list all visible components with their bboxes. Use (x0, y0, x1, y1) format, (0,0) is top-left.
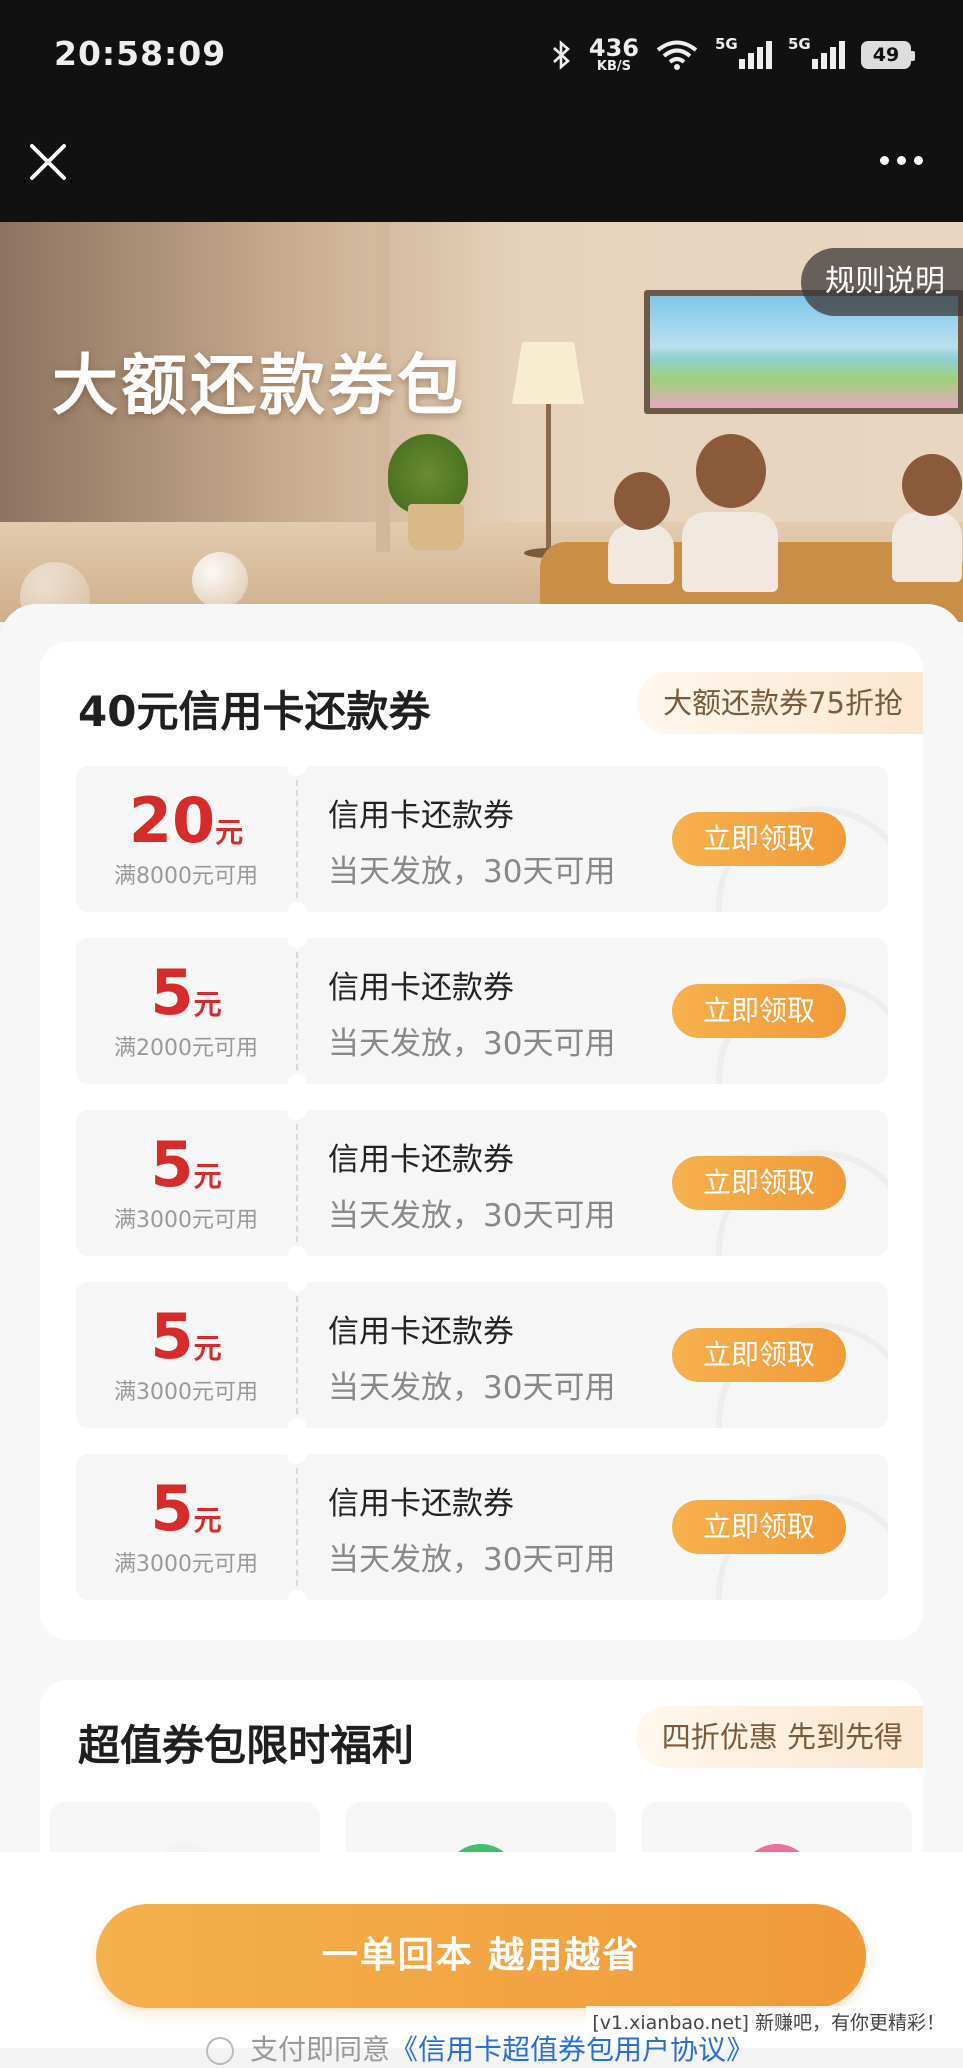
hero-title: 大额还款券包 (52, 347, 466, 424)
coupon-condition: 满8000元可用 (114, 864, 258, 889)
coupon-condition: 满2000元可用 (114, 1036, 258, 1061)
promo-badge: 四折优惠 先到先得 (635, 1706, 923, 1768)
coupon-name: 信用卡还款券 (328, 1314, 514, 1350)
status-time: 20:58:09 (54, 34, 227, 73)
nav-bar (0, 114, 963, 222)
coupon-desc: 当天发放，30天可用 (328, 1198, 616, 1234)
net-speed: 436 KB/S (588, 34, 639, 74)
bluetooth-icon (553, 39, 570, 70)
plant-illustration (388, 434, 468, 514)
coupon-desc: 当天发放，30天可用 (328, 1542, 616, 1578)
status-bar: 20:58:09 436 KB/S 5G 5G 49 (0, 0, 963, 114)
claim-button[interactable]: 立即领取 (672, 984, 846, 1038)
claim-button[interactable]: 立即领取 (672, 1500, 846, 1554)
coupon-card: 5元 满3000元可用 信用卡还款券 当天发放，30天可用 立即领取 (76, 1454, 888, 1600)
coupon-amount: 5元 (150, 1128, 222, 1201)
section-title: 40元信用卡还款券 (78, 687, 431, 736)
section-title: 超值券包限时福利 (78, 1721, 415, 1770)
agreement-link[interactable]: 《信用卡超值券包用户协议》 (390, 2033, 754, 2066)
coupon-amount: 5元 (150, 1472, 222, 1545)
coupon-card: 5元 满2000元可用 信用卡还款券 当天发放，30天可用 立即领取 (76, 938, 888, 1084)
signal-sim1-icon: 5G (715, 35, 772, 69)
coupon-section: 40元信用卡还款券 大额还款券75折抢 20元 满8000元可用 信用卡还款券 … (40, 642, 923, 1640)
rules-button[interactable]: 规则说明 (801, 248, 963, 316)
coupon-amount: 20元 (128, 784, 244, 857)
agree-checkbox[interactable] (206, 2037, 234, 2065)
coupon-card: 20元 满8000元可用 信用卡还款券 当天发放，30天可用 立即领取 (76, 766, 888, 912)
coupon-desc: 当天发放，30天可用 (328, 1026, 616, 1062)
coupon-card: 5元 满3000元可用 信用卡还款券 当天发放，30天可用 立即领取 (76, 1110, 888, 1256)
claim-button[interactable]: 立即领取 (672, 812, 846, 866)
watermark-text: [v1.xianbao.net] 新赚吧，有你更精彩！ (586, 2006, 951, 2037)
signal-sim2-icon: 5G (788, 35, 845, 69)
coupon-desc: 当天发放，30天可用 (328, 854, 616, 890)
close-icon[interactable] (28, 142, 68, 182)
battery-icon: 49 (861, 40, 915, 69)
child-illustration (696, 434, 766, 508)
coupon-amount: 5元 (150, 956, 222, 1029)
coupon-name: 信用卡还款券 (328, 970, 514, 1006)
wifi-icon (656, 40, 698, 70)
claim-button[interactable]: 立即领取 (672, 1328, 846, 1382)
coupon-desc: 当天发放，30天可用 (328, 1370, 616, 1406)
coupon-condition: 满3000元可用 (114, 1552, 258, 1577)
coupon-name: 信用卡还款券 (328, 1142, 514, 1178)
lamp-illustration (512, 342, 584, 404)
agreement-prefix: 支付即同意 (250, 2033, 391, 2066)
child-illustration (614, 472, 670, 530)
child-illustration (902, 454, 962, 516)
more-options-icon[interactable] (880, 156, 923, 165)
package-section: 超值券包限时福利 四折优惠 先到先得 (40, 1680, 923, 1880)
coupon-amount: 5元 (150, 1300, 222, 1373)
hero-banner: 大额还款券包 规则说明 (0, 222, 963, 622)
promo-badge: 大额还款券75折抢 (637, 672, 923, 734)
coupon-card: 5元 满3000元可用 信用卡还款券 当天发放，30天可用 立即领取 (76, 1282, 888, 1428)
coupon-condition: 满3000元可用 (114, 1208, 258, 1233)
buy-button[interactable]: 一单回本 越用越省 (96, 1904, 866, 2008)
claim-button[interactable]: 立即领取 (672, 1156, 846, 1210)
coupon-condition: 满3000元可用 (114, 1380, 258, 1405)
coupon-name: 信用卡还款券 (328, 798, 514, 834)
status-icons: 436 KB/S 5G 5G 49 (551, 34, 915, 74)
coupon-name: 信用卡还款券 (328, 1486, 514, 1522)
